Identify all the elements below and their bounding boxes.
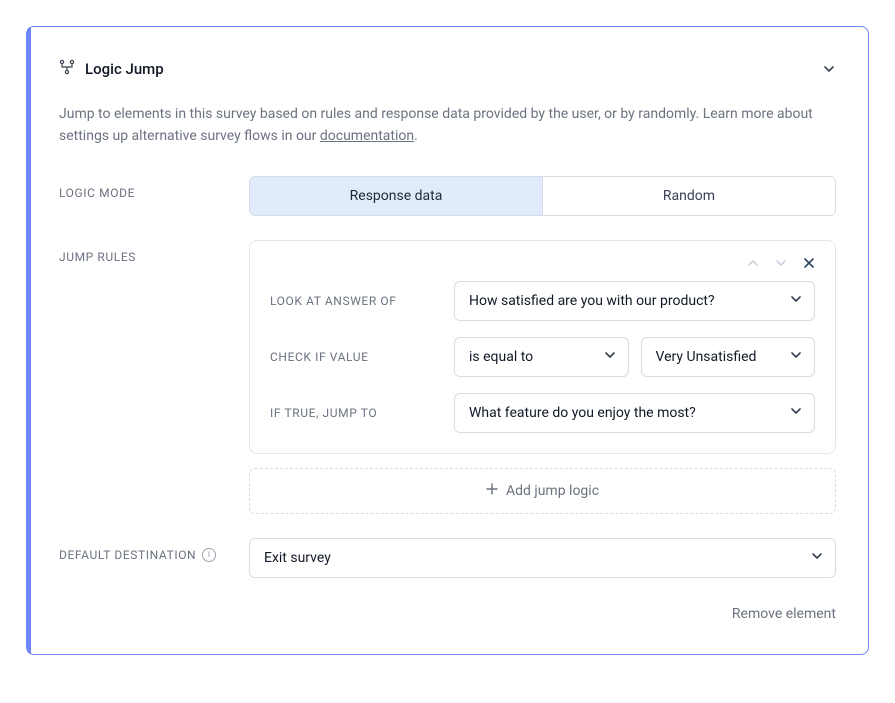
info-icon[interactable]: i	[202, 548, 216, 562]
chevron-down-icon	[790, 293, 802, 309]
description-suffix: .	[414, 128, 418, 144]
add-jump-logic-label: Add jump logic	[506, 483, 599, 499]
jump-rules-row: JUMP RULES LOOK AT ANSWER OF	[59, 240, 836, 514]
logic-mode-segmented: Response data Random	[249, 176, 836, 216]
logic-mode-option-random[interactable]: Random	[542, 177, 835, 215]
move-rule-up-button[interactable]	[747, 257, 759, 269]
plus-icon	[486, 483, 498, 499]
operator-select-value: is equal to	[469, 349, 533, 365]
panel-accent-bar	[27, 27, 31, 654]
logic-mode-row: LOGIC MODE Response data Random	[59, 176, 836, 216]
chevron-down-icon	[811, 550, 823, 566]
chevron-down-icon	[790, 349, 802, 365]
panel-title: Logic Jump	[85, 60, 164, 78]
rule-if-true-label: IF TRUE, JUMP TO	[270, 406, 454, 420]
rule-look-at-label: LOOK AT ANSWER OF	[270, 294, 454, 308]
remove-element-link[interactable]: Remove element	[732, 606, 836, 622]
logic-mode-option-response-data[interactable]: Response data	[250, 177, 542, 215]
move-rule-down-button[interactable]	[775, 257, 787, 269]
default-destination-row: DEFAULT DESTINATION i Exit survey	[59, 538, 836, 578]
remove-rule-button[interactable]	[803, 257, 815, 269]
documentation-link[interactable]: documentation	[320, 128, 414, 144]
rule-look-at-field: LOOK AT ANSWER OF How satisfied are you …	[270, 281, 815, 321]
panel-footer: Remove element	[59, 606, 836, 622]
value-select-value: Very Unsatisfied	[656, 349, 757, 365]
panel-description: Jump to elements in this survey based on…	[59, 103, 836, 148]
chevron-down-icon	[604, 349, 616, 365]
jump-rule-card: LOOK AT ANSWER OF How satisfied are you …	[249, 240, 836, 454]
question-select[interactable]: How satisfied are you with our product?	[454, 281, 815, 321]
default-destination-select[interactable]: Exit survey	[249, 538, 836, 578]
operator-select[interactable]: is equal to	[454, 337, 629, 377]
rule-card-actions	[270, 257, 815, 269]
target-select[interactable]: What feature do you enjoy the most?	[454, 393, 815, 433]
logic-jump-icon	[59, 59, 75, 79]
question-select-value: How satisfied are you with our product?	[469, 293, 715, 309]
default-destination-label: DEFAULT DESTINATION	[59, 548, 196, 562]
logic-mode-label: LOGIC MODE	[59, 176, 249, 200]
value-select[interactable]: Very Unsatisfied	[641, 337, 816, 377]
rule-check-if-field: CHECK IF VALUE is equal to Very Unsatisf…	[270, 337, 815, 377]
rule-if-true-field: IF TRUE, JUMP TO What feature do you enj…	[270, 393, 815, 433]
add-jump-logic-button[interactable]: Add jump logic	[249, 468, 836, 514]
jump-rules-label: JUMP RULES	[59, 240, 249, 264]
rule-check-if-label: CHECK IF VALUE	[270, 350, 454, 364]
target-select-value: What feature do you enjoy the most?	[469, 405, 696, 421]
collapse-toggle[interactable]	[822, 62, 836, 76]
default-destination-label-wrap: DEFAULT DESTINATION i	[59, 538, 249, 562]
logic-jump-panel: Logic Jump Jump to elements in this surv…	[26, 26, 869, 655]
chevron-down-icon	[790, 405, 802, 421]
description-text: Jump to elements in this survey based on…	[59, 106, 813, 144]
default-destination-value: Exit survey	[264, 550, 331, 566]
panel-header: Logic Jump	[59, 59, 836, 79]
